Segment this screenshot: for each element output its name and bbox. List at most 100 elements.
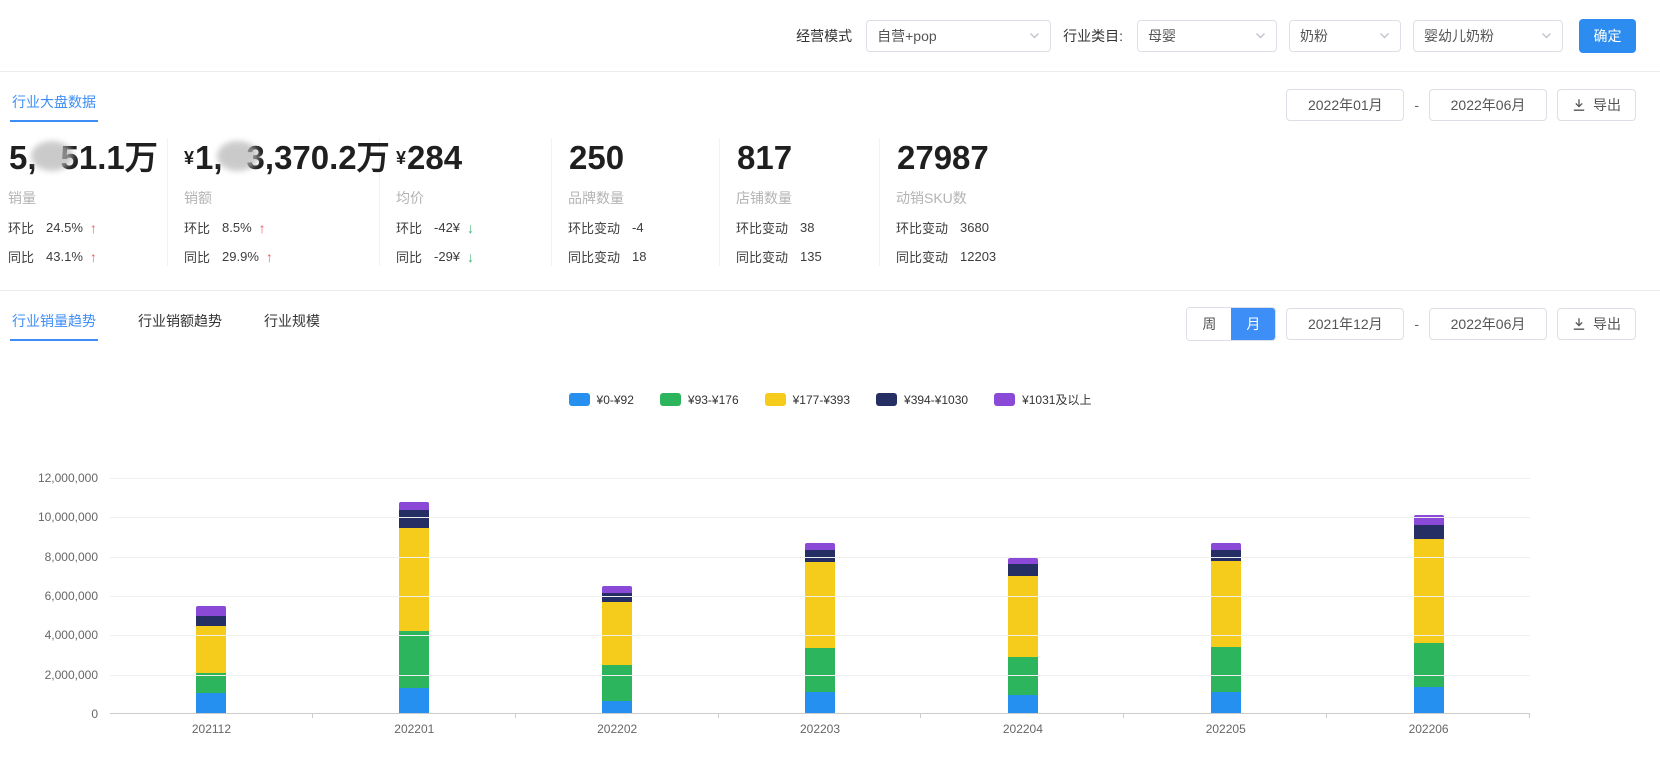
confirm-button[interactable]: 确定 [1579, 19, 1636, 53]
tab-industry-scale[interactable]: 行业规模 [262, 307, 322, 341]
bar-segment [1211, 561, 1241, 648]
toggle-month[interactable]: 月 [1231, 308, 1275, 340]
kpi-metric: 环比-42¥↓ [396, 218, 551, 237]
toggle-week[interactable]: 周 [1187, 308, 1231, 340]
overview-end-date-input[interactable]: 2022年06月 [1429, 89, 1547, 121]
bar-segment [805, 692, 835, 713]
kpi-average-price: ¥284 均价 环比-42¥↓ 同比-29¥↓ [380, 138, 552, 266]
bar-segment [1211, 543, 1241, 550]
bar-segment [399, 502, 429, 511]
category-level2-select[interactable]: 奶粉 [1289, 20, 1401, 52]
bar-segment [602, 593, 632, 602]
download-icon [1572, 317, 1586, 331]
trend-end-date-input[interactable]: 2022年06月 [1429, 308, 1547, 340]
trend-arrow-icon: ↑ [90, 249, 97, 265]
bar-segment [1211, 692, 1241, 713]
business-mode-label: 经营模式 [796, 26, 852, 46]
bar-segment [1008, 695, 1038, 713]
bar-segment [805, 543, 835, 550]
kpi-brand-count: 250 品牌数量 环比变动-4 同比变动18 [552, 138, 720, 266]
bar-segment [196, 616, 226, 626]
date-range-separator: - [1414, 316, 1419, 332]
export-label: 导出 [1593, 95, 1621, 115]
legend-item[interactable]: ¥0-¥92 [569, 393, 634, 407]
bar-segment [196, 626, 226, 673]
gridline [110, 478, 1530, 479]
bar-segment [805, 648, 835, 692]
business-mode-value: 自营+pop [877, 26, 937, 46]
legend-item[interactable]: ¥93-¥176 [660, 393, 739, 407]
bar-segment [602, 586, 632, 593]
gridline [110, 517, 1530, 518]
overview-start-date-input[interactable]: 2022年01月 [1286, 89, 1404, 121]
legend-item[interactable]: ¥1031及以上 [994, 391, 1091, 408]
legend-label: ¥0-¥92 [597, 393, 634, 407]
stacked-bar [196, 606, 226, 713]
kpi-label: 销额 [184, 188, 379, 208]
business-mode-select[interactable]: 自营+pop [866, 20, 1051, 52]
gridline [110, 675, 1530, 676]
trend-export-button[interactable]: 导出 [1557, 308, 1636, 340]
overview-header: 行业大盘数据 2022年01月 - 2022年06月 导出 [0, 72, 1660, 122]
category-level1-value: 母婴 [1148, 26, 1176, 46]
trend-header: 行业销量趋势 行业销额趋势 行业规模 周 月 2021年12月 - 2022年0… [0, 307, 1660, 341]
legend-label: ¥93-¥176 [688, 393, 739, 407]
category-level3-select[interactable]: 婴幼儿奶粉 [1413, 20, 1563, 52]
kpi-metric: 环比24.5%↑ [8, 218, 167, 237]
kpi-row: 5,51.1万 销量 环比24.5%↑ 同比43.1%↑ ¥1,3,370.2万… [0, 122, 1660, 286]
kpi-metric: 同比变动12203 [896, 247, 1200, 266]
kpi-metric: 同比43.1%↑ [8, 247, 167, 266]
x-axis-label: 202206 [1327, 722, 1530, 736]
y-axis-label: 0 [0, 707, 98, 721]
trend-arrow-icon: ↑ [259, 220, 266, 236]
kpi-metric: 同比变动135 [736, 247, 879, 266]
bar-segment [1414, 643, 1444, 687]
x-axis-label: 202201 [313, 722, 516, 736]
kpi-label: 销量 [8, 188, 167, 208]
category-level2-value: 奶粉 [1300, 26, 1328, 46]
tab-industry-sales-volume-trend[interactable]: 行业销量趋势 [10, 307, 98, 341]
kpi-metric: 环比变动38 [736, 218, 879, 237]
y-axis: 02,000,0004,000,0006,000,0008,000,00010,… [0, 478, 98, 714]
bar-segment [602, 701, 632, 713]
chart-legend: ¥0-¥92 ¥93-¥176 ¥177-¥393 ¥394-¥1030 ¥1031及以… [0, 391, 1660, 408]
overview-export-button[interactable]: 导出 [1557, 89, 1636, 121]
legend-color-chip [660, 393, 681, 406]
kpi-metric: 环比变动3680 [896, 218, 1200, 237]
censor-blur [31, 141, 73, 171]
kpi-value: 817 [736, 138, 879, 183]
export-label: 导出 [1593, 314, 1621, 334]
trend-arrow-icon: ↑ [90, 220, 97, 236]
kpi-value: ¥284 [396, 138, 551, 183]
kpi-value: 5,51.1万 [8, 138, 167, 183]
y-axis-label: 8,000,000 [0, 550, 98, 564]
kpi-metric: 同比-29¥↓ [396, 247, 551, 266]
kpi-value: 250 [568, 138, 719, 183]
kpi-sales-volume: 5,51.1万 销量 环比24.5%↑ 同比43.1%↑ [0, 138, 168, 266]
bar-segment [196, 606, 226, 616]
download-icon [1572, 98, 1586, 112]
chevron-down-icon [1379, 30, 1390, 41]
kpi-label: 品牌数量 [568, 188, 719, 208]
sales-trend-chart: ¥0-¥92 ¥93-¥176 ¥177-¥393 ¥394-¥1030 ¥1031及以… [0, 391, 1660, 760]
stacked-bar [399, 502, 429, 713]
gridline [110, 635, 1530, 636]
bar-segment [1414, 687, 1444, 713]
legend-item[interactable]: ¥177-¥393 [765, 393, 850, 407]
kpi-metric: 环比8.5%↑ [184, 218, 379, 237]
bar-segment [399, 528, 429, 631]
y-axis-label: 4,000,000 [0, 628, 98, 642]
bar-segment [1008, 576, 1038, 657]
bar-segment [399, 510, 429, 528]
tab-industry-sales-amount-trend[interactable]: 行业销额趋势 [136, 307, 224, 341]
trend-start-date-input[interactable]: 2021年12月 [1286, 308, 1404, 340]
tab-industry-overview[interactable]: 行业大盘数据 [10, 88, 98, 122]
period-toggle: 周 月 [1186, 307, 1276, 341]
category-level1-select[interactable]: 母婴 [1137, 20, 1277, 52]
bar-segment [196, 693, 226, 713]
overview-section: 行业大盘数据 2022年01月 - 2022年06月 导出 5,51.1万 销量… [0, 72, 1660, 286]
legend-label: ¥177-¥393 [793, 393, 850, 407]
censor-blur [217, 141, 259, 171]
bar-segment [399, 688, 429, 713]
legend-item[interactable]: ¥394-¥1030 [876, 393, 968, 407]
